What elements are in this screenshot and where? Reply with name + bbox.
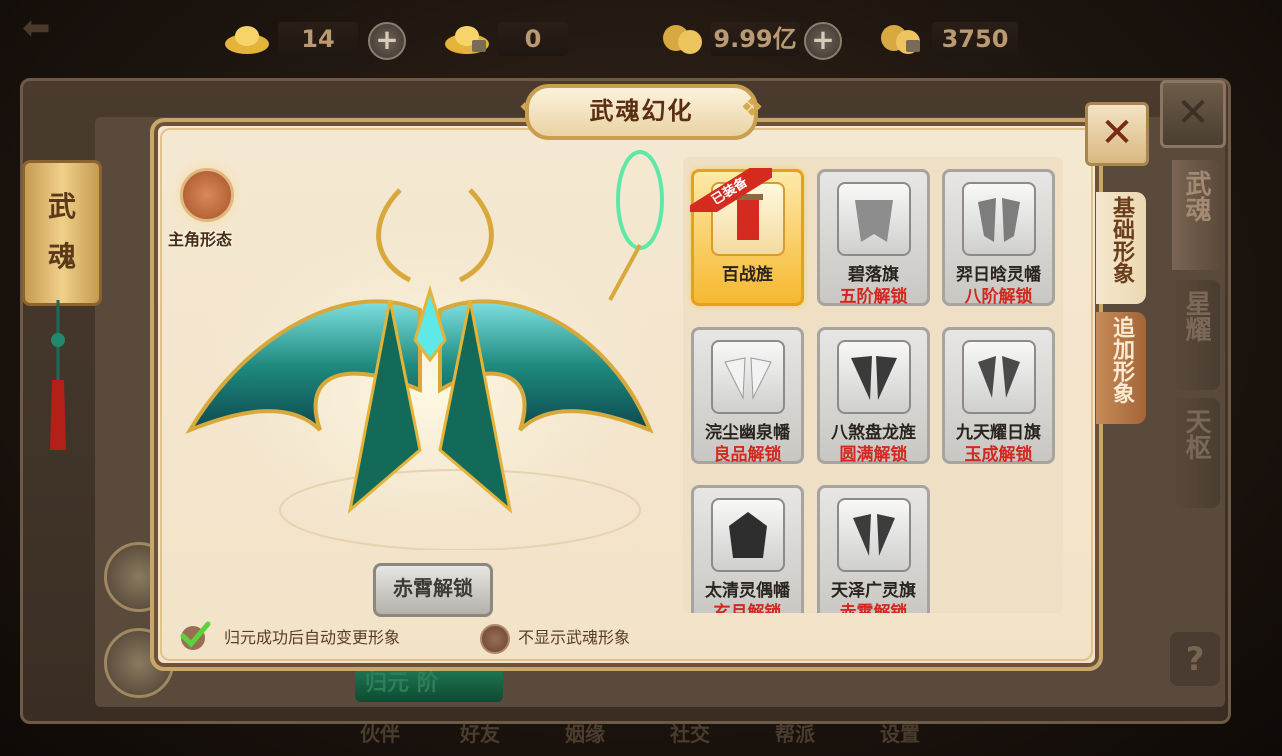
locked-coins-value: 3750: [932, 22, 1018, 56]
dark-wings-icon: [978, 356, 1020, 398]
skin-item[interactable]: 碧落旗 五阶解锁: [817, 169, 930, 307]
equipped-badge: 已装备: [690, 168, 772, 212]
tab-tianshu[interactable]: 天枢: [1172, 398, 1220, 508]
tassel-ornament-icon: [50, 300, 66, 450]
locked-coins-icon: [881, 25, 920, 54]
tab-extra-appearance[interactable]: 追加形象: [1096, 312, 1146, 424]
skin-item[interactable]: 太清灵偶幡 玄月解锁: [691, 485, 804, 613]
checkbox-checked-icon[interactable]: [178, 620, 212, 652]
hide-soul-radio[interactable]: [480, 624, 510, 654]
dark-wings-icon: [853, 514, 895, 556]
unlock-button[interactable]: 赤霄解锁: [373, 563, 493, 617]
auto-change-option-label: 归元成功后自动变更形象: [224, 628, 401, 647]
nav-guild[interactable]: 帮派: [775, 718, 815, 747]
locked-coins-currency: 3750: [876, 14, 1026, 64]
skin-item[interactable]: 已装备 百战旌: [690, 168, 804, 306]
nav-friends[interactable]: 好友: [460, 718, 500, 747]
coins-currency: 9.99亿 +: [658, 14, 848, 64]
back-arrow-icon[interactable]: ⬅: [22, 10, 72, 46]
nav-marriage[interactable]: 姻缘: [565, 718, 605, 747]
gray-cape-icon: [978, 198, 1020, 242]
hide-soul-option-label: 不显示武魂形象: [518, 628, 631, 647]
ascend-bar: 归元 阶: [355, 666, 503, 702]
white-wings-icon: [724, 357, 772, 400]
skin-grid: 已装备 百战旌 碧落旗 五阶解锁 羿日晗灵幡 八阶解锁 浣尘幽泉幡 良品解锁 八…: [683, 157, 1063, 613]
currency-bar: ⬅ 14 + 0 9.99亿 + 3750: [0, 0, 1282, 80]
skin-item[interactable]: 九天耀日旗 玉成解锁: [942, 327, 1055, 465]
title-ornament-right-icon: ❖: [740, 93, 764, 123]
skin-item[interactable]: 浣尘幽泉幡 良品解锁: [691, 327, 804, 465]
dark-demon-icon: [729, 512, 767, 558]
left-scroll-tab[interactable]: 武 魂: [22, 160, 102, 306]
locked-ingot-value: 0: [498, 22, 568, 56]
help-button[interactable]: ?: [1170, 632, 1220, 686]
bottom-nav: 伙伴 好友 姻缘 社交 帮派 设置: [0, 712, 1282, 756]
gold-ingot-currency: 14 +: [222, 14, 412, 64]
soul-wings-preview: [185, 150, 668, 550]
gray-cape-icon: [855, 200, 893, 242]
gold-ingot-value: 14: [278, 22, 358, 56]
add-gold-button[interactable]: +: [368, 22, 406, 60]
nav-social[interactable]: 社交: [670, 718, 710, 747]
close-button[interactable]: ✕: [1085, 102, 1149, 166]
gold-ingot-icon: [225, 26, 269, 54]
skin-item[interactable]: 天泽广灵旗 赤霄解锁: [817, 485, 930, 613]
locked-ingot-currency: 0: [442, 14, 602, 64]
locked-ingot-icon: [445, 26, 489, 54]
skin-item[interactable]: 八煞盘龙旌 圆满解锁: [817, 327, 930, 465]
nav-partner[interactable]: 伙伴: [360, 718, 400, 747]
tab-soul[interactable]: 武魂: [1172, 160, 1220, 270]
nav-settings[interactable]: 设置: [880, 718, 920, 747]
tab-star[interactable]: 星耀: [1172, 280, 1220, 390]
add-coins-button[interactable]: +: [804, 22, 842, 60]
tab-basic-appearance[interactable]: 基础形象: [1096, 192, 1146, 304]
skin-item[interactable]: 羿日晗灵幡 八阶解锁: [942, 169, 1055, 307]
coins-icon: [663, 25, 702, 54]
coins-value: 9.99亿: [710, 22, 800, 56]
dark-wings-icon: [851, 356, 897, 400]
outer-close-button[interactable]: ✕: [1160, 80, 1226, 148]
